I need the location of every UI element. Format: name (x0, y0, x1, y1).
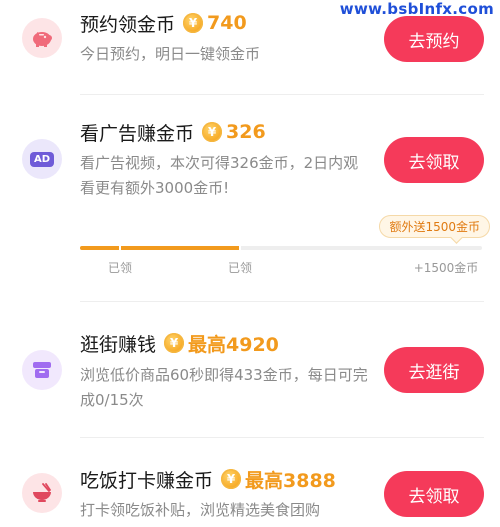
reserve-button[interactable]: 去预约 (384, 16, 484, 62)
progress-node (239, 245, 241, 251)
task-title: 预约领金币 (80, 13, 176, 36)
task-title-row: 看广告赚金币 ¥ 326 (80, 118, 266, 146)
claim-meal-button[interactable]: 去领取 (384, 471, 484, 517)
task-desc: 浏览低价商品60秒即得433金币，每日可完成0/15次 (80, 366, 368, 409)
task-title: 看广告赚金币 (80, 122, 195, 145)
task-title-row: 逛街赚钱 ¥ 最高4920 (80, 329, 279, 357)
task-reward: 326 (226, 121, 266, 143)
milestone-label: 已领 (107, 261, 133, 275)
task-title-row: 吃饭打卡赚金币 ¥ 最高3888 (80, 465, 336, 493)
go-shopping-button[interactable]: 去逛街 (384, 347, 484, 393)
shop-icon (22, 350, 62, 390)
coin-icon: ¥ (183, 13, 204, 33)
task-desc: 打卡领吃饭补贴，浏览精选美食团购 (80, 501, 321, 519)
task-desc: 今日预约，明日一键领金币 (80, 45, 261, 63)
ad-icon-badge: AD (29, 151, 55, 167)
milestone-label: 已领 (227, 261, 253, 275)
divider (80, 94, 484, 95)
task-desc: 看广告视频，本次可得326金币，2日内观看更有额外3000金币! (80, 154, 359, 197)
claim-ad-button[interactable]: 去领取 (384, 137, 484, 183)
task-title: 吃饭打卡赚金币 (80, 469, 214, 492)
task-title-row: 预约领金币 ¥ 740 (80, 9, 247, 37)
progress-track (80, 245, 482, 251)
milestone-label: +1500金币 (413, 261, 479, 275)
progress-node (119, 245, 121, 251)
coin-icon: ¥ (221, 469, 242, 489)
ad-icon: AD (22, 139, 62, 179)
coin-icon: ¥ (202, 122, 223, 142)
bowl-icon (22, 473, 62, 513)
coin-icon: ¥ (164, 333, 185, 353)
divider (80, 437, 484, 438)
task-reward: 最高4920 (188, 333, 279, 356)
task-title: 逛街赚钱 (80, 333, 157, 356)
divider (80, 301, 484, 302)
progress-fill (80, 246, 241, 250)
piggy-bank-icon (22, 18, 62, 58)
task-reward: 最高3888 (245, 469, 336, 492)
bonus-tip: 额外送1500金币 (379, 215, 490, 238)
task-reward: 740 (207, 12, 247, 34)
